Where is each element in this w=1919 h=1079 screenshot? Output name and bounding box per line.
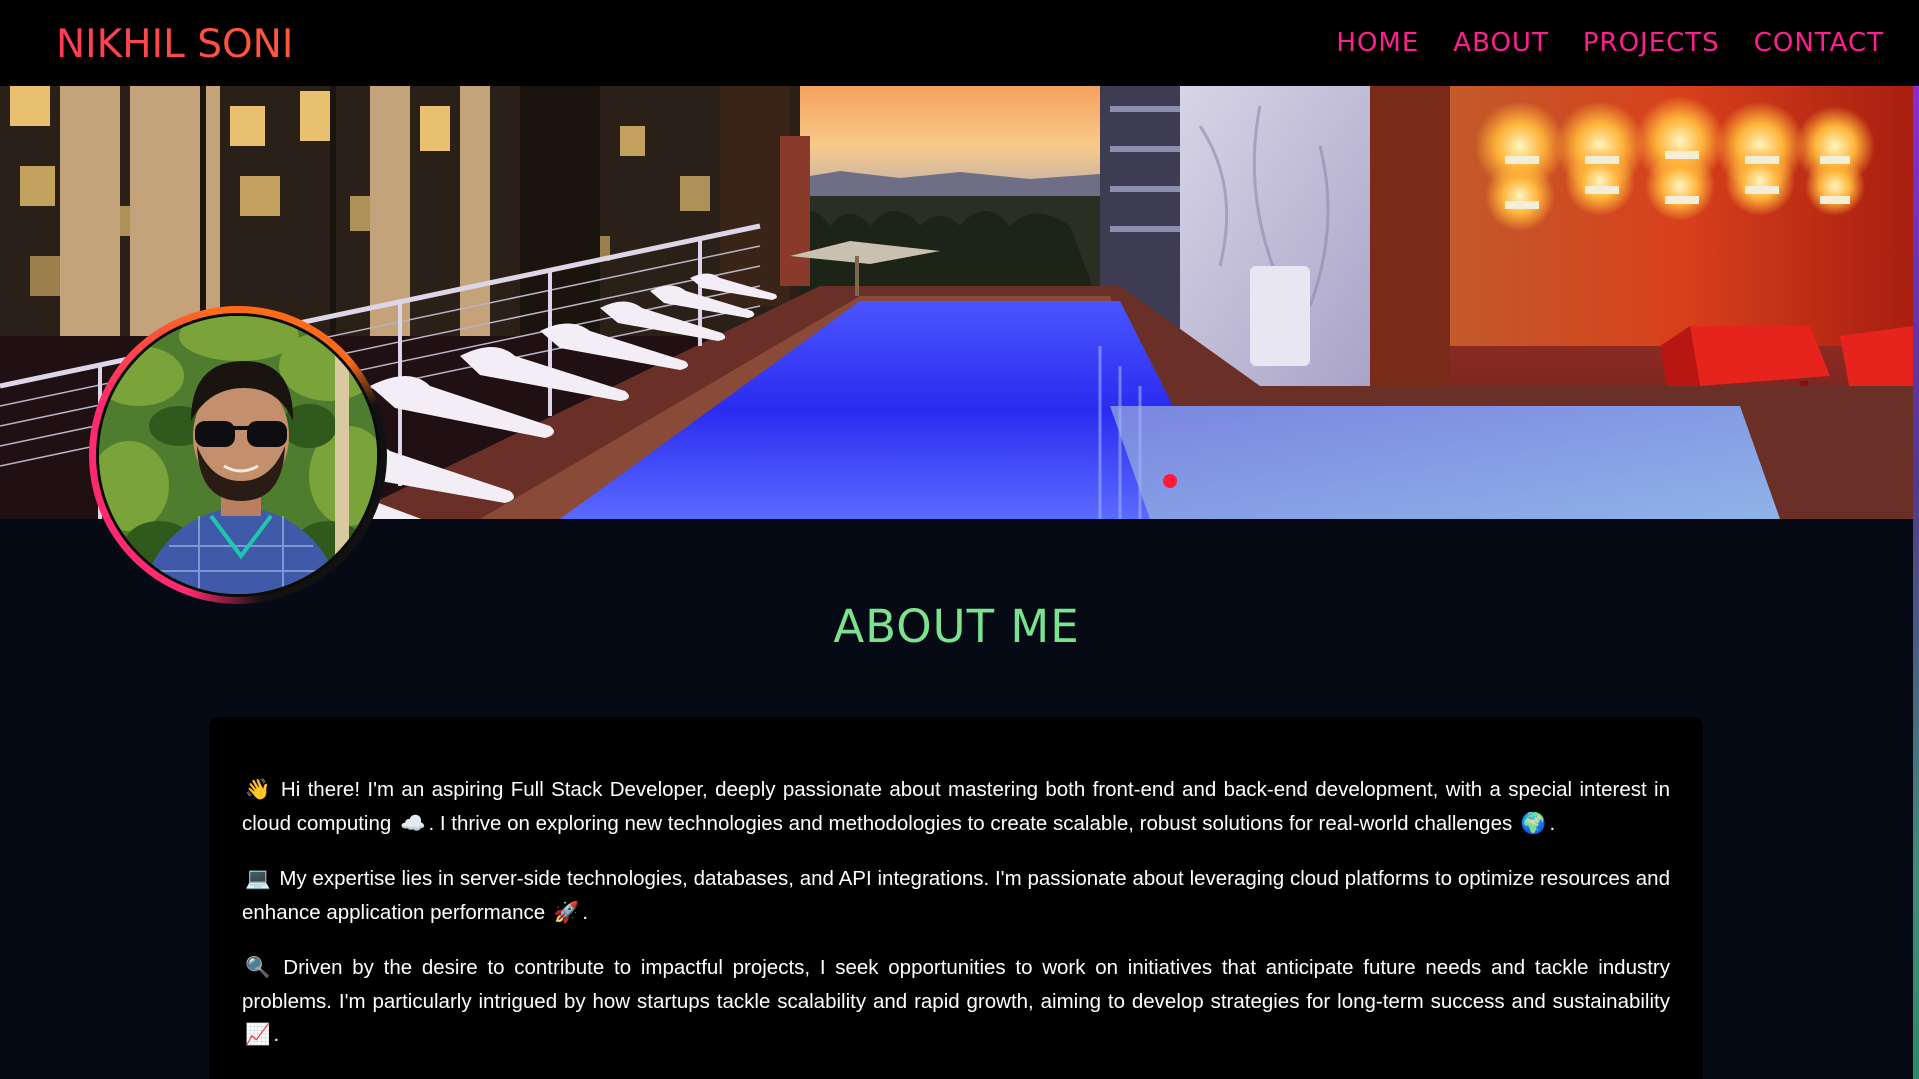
globe-icon: 🌍 — [1520, 811, 1547, 835]
paragraph-text: . — [273, 1023, 280, 1046]
about-paragraph-2: 💻 My expertise lies in server-side techn… — [242, 862, 1670, 929]
nav-link-projects[interactable]: PROJECTS — [1583, 28, 1720, 58]
nav-link-home[interactable]: HOME — [1336, 28, 1419, 58]
chart-increasing-icon: 📈 — [245, 1023, 271, 1046]
paragraph-text: Driven by the desire to contribute to im… — [242, 956, 1670, 1013]
about-paragraph-3: 🔍 Driven by the desire to contribute to … — [242, 951, 1670, 1052]
paragraph-text: . — [1549, 811, 1556, 835]
paragraph-text: . — [582, 900, 589, 924]
rocket-icon: 🚀 — [553, 900, 580, 924]
nav-link-contact[interactable]: CONTACT — [1754, 28, 1884, 58]
navbar: NIKHIL SONI HOME ABOUT PROJECTS CONTACT — [0, 0, 1919, 86]
about-paragraph-1: 👋 Hi there! I'm an aspiring Full Stack D… — [242, 773, 1670, 840]
nav-links: HOME ABOUT PROJECTS CONTACT — [1336, 28, 1884, 58]
scroll-accent-strip — [1913, 86, 1919, 1079]
waving-hand-icon: 👋 — [245, 778, 271, 801]
about-me-heading: ABOUT ME — [833, 600, 1080, 653]
about-card: 👋 Hi there! I'm an aspiring Full Stack D… — [209, 717, 1703, 1079]
cloud-icon: ☁️ — [399, 811, 426, 835]
paragraph-text: . I thrive on exploring new technologies… — [428, 811, 1518, 835]
brand-logo[interactable]: NIKHIL SONI — [56, 22, 293, 67]
nav-link-about[interactable]: ABOUT — [1453, 28, 1549, 58]
magnifier-icon: 🔍 — [245, 956, 271, 979]
profile-avatar — [89, 306, 387, 604]
laptop-icon: 💻 — [245, 867, 271, 890]
paragraph-text: My expertise lies in server-side technol… — [242, 867, 1670, 924]
portfolio-page: NIKHIL SONI HOME ABOUT PROJECTS CONTACT — [0, 0, 1919, 1079]
profile-photo — [96, 313, 380, 597]
